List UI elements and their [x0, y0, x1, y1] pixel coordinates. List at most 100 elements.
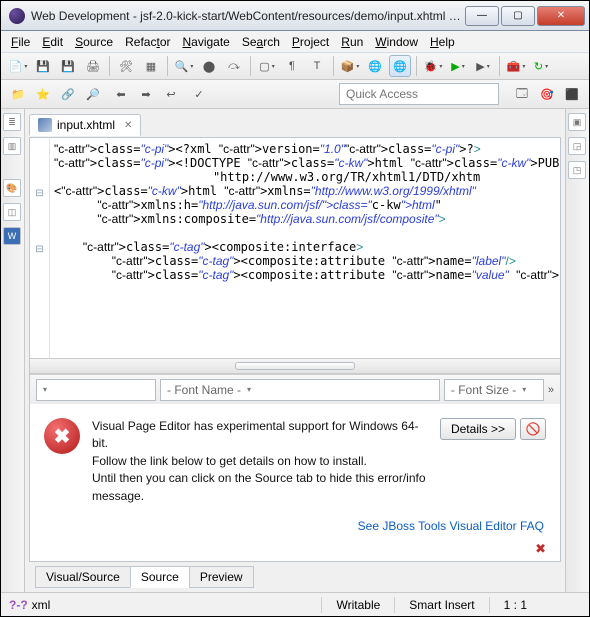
tasks-view-icon[interactable]: ◲: [568, 137, 586, 155]
toggle-breakpoint-button[interactable]: ⬤: [198, 55, 220, 77]
menu-source[interactable]: Source: [71, 33, 117, 51]
up-button[interactable]: ↩: [160, 83, 182, 105]
status-insert: Smart Insert: [409, 598, 474, 612]
new-wizard-button[interactable]: 📁: [7, 83, 29, 105]
editor-mode-tabs: Visual/Source Source Preview: [29, 562, 561, 588]
left-view-strip: ≣ ▥ 🎨 ◫ W: [1, 109, 25, 592]
separator: [167, 56, 168, 76]
font-name-selector[interactable]: - Font Name -: [160, 379, 440, 401]
file-icon: [38, 118, 52, 132]
navigator-view-icon[interactable]: ▥: [3, 137, 21, 155]
menu-help[interactable]: Help: [426, 33, 459, 51]
recent-button[interactable]: ⭐: [32, 83, 54, 105]
menu-run[interactable]: Run: [337, 33, 367, 51]
back-button[interactable]: ⬅: [110, 83, 132, 105]
new-server-button[interactable]: 📦: [339, 55, 361, 77]
editor-frame: ⊟⊟ "c-attr">class="c-pi"><?xml "c-attr">…: [29, 137, 561, 562]
show-whitespace-button[interactable]: ¶: [281, 55, 303, 77]
app-icon: [9, 8, 25, 24]
block-select-button[interactable]: ▢: [256, 55, 278, 77]
outline-view-icon[interactable]: ≣: [3, 113, 21, 131]
code-text[interactable]: "c-attr">class="c-pi"><?xml "c-attr">ver…: [50, 138, 560, 358]
perspective-jboss-button[interactable]: 🎯: [536, 83, 558, 105]
ext-tools-button[interactable]: 🧰: [505, 55, 527, 77]
debug-launch-button[interactable]: 🐞: [422, 55, 444, 77]
profile-button[interactable]: ↻: [530, 55, 552, 77]
problems-view-icon[interactable]: ◳: [568, 161, 586, 179]
faq-link[interactable]: See JBoss Tools Visual Editor FAQ: [30, 519, 560, 537]
servers-view-icon[interactable]: ▣: [568, 113, 586, 131]
palette-view-icon[interactable]: 🎨: [3, 179, 21, 197]
menu-search[interactable]: Search: [238, 33, 284, 51]
status-writable: Writable: [336, 598, 380, 612]
validate-button[interactable]: ✓: [188, 83, 210, 105]
maximize-button[interactable]: ▢: [501, 6, 535, 26]
separator: [250, 56, 251, 76]
style-selector[interactable]: [36, 379, 156, 401]
details-button[interactable]: Details >>: [440, 418, 516, 440]
visual-toolbar: - Font Name - - Font Size - »: [30, 374, 560, 404]
menu-navigate[interactable]: Navigate: [178, 33, 233, 51]
error-icon: ✖: [44, 418, 80, 454]
search-button[interactable]: 🔎: [82, 83, 104, 105]
save-button[interactable]: 💾: [32, 55, 54, 77]
properties-view-icon[interactable]: ◫: [3, 203, 21, 221]
quick-access-input[interactable]: [339, 83, 499, 105]
debug-button[interactable]: 🔍: [173, 55, 195, 77]
folding-ruler[interactable]: ⊟⊟: [30, 138, 50, 358]
minimize-button[interactable]: —: [465, 6, 499, 26]
save-all-button[interactable]: 💾: [57, 55, 79, 77]
status-context: ?-?xml: [9, 598, 50, 612]
tab-visual-source[interactable]: Visual/Source: [35, 566, 131, 588]
run-server-button[interactable]: ▶: [472, 55, 494, 77]
workbench-area: ≣ ▥ 🎨 ◫ W input.xhtml ✕ ⊟⊟ "c-attr">clas…: [1, 109, 589, 592]
secondary-toolbar: 📁 ⭐ 🔗 🔎 ⬅ ➡ ↩ ✓ 🗔 🎯 ⬛: [1, 80, 589, 109]
perspective-other-button[interactable]: ⬛: [561, 83, 583, 105]
status-position: 1 : 1: [504, 598, 527, 612]
close-tab-icon[interactable]: ✕: [124, 120, 132, 131]
window-title: Web Development - jsf-2.0-kick-start/Web…: [31, 9, 463, 23]
tab-preview[interactable]: Preview: [189, 566, 254, 588]
browser-button[interactable]: 🌐: [364, 55, 386, 77]
editor-area: input.xhtml ✕ ⊟⊟ "c-attr">class="c-pi"><…: [25, 109, 565, 592]
separator: [109, 56, 110, 76]
main-toolbar: 📄 💾 💾 🖨 🛠 ▦ 🔍 ⬤ ⤼ ▢ ¶ T 📦 🌐 🌐 🐞 ▶ ▶ 🧰 ↻: [1, 53, 589, 80]
menu-project[interactable]: Project: [288, 33, 333, 51]
web-view-icon[interactable]: W: [3, 227, 21, 245]
web-button[interactable]: 🌐: [389, 55, 411, 77]
editor-tab-input-xhtml[interactable]: input.xhtml ✕: [29, 114, 141, 136]
menu-window[interactable]: Window: [371, 33, 422, 51]
toolbar-overflow-icon[interactable]: »: [548, 384, 554, 396]
dismiss-info-button[interactable]: 🚫: [520, 418, 546, 440]
window-titlebar: Web Development - jsf-2.0-kick-start/Web…: [1, 1, 589, 31]
visual-editor-error-panel: ✖ Visual Page Editor has experimental su…: [30, 404, 560, 519]
run-launch-button[interactable]: ▶: [447, 55, 469, 77]
menu-edit[interactable]: Edit: [38, 33, 67, 51]
new-button[interactable]: 📄: [7, 55, 29, 77]
close-button[interactable]: ✕: [537, 6, 585, 26]
menu-bar: File Edit Source Refactor Navigate Searc…: [1, 31, 589, 53]
forward-button[interactable]: ➡: [135, 83, 157, 105]
separator: [499, 56, 500, 76]
menu-file[interactable]: File: [7, 33, 34, 51]
window-buttons: — ▢ ✕: [463, 6, 585, 26]
right-view-strip: ▣ ◲ ◳: [565, 109, 589, 592]
editor-tab-row: input.xhtml ✕: [29, 113, 561, 137]
editor-tab-label: input.xhtml: [57, 118, 115, 132]
print-button[interactable]: 🖨: [82, 55, 104, 77]
link-button[interactable]: 🔗: [57, 83, 79, 105]
build-button[interactable]: 🛠: [115, 55, 137, 77]
perspective-web-button[interactable]: 🗔: [511, 83, 533, 105]
error-message: Visual Page Editor has experimental supp…: [92, 418, 428, 505]
source-editor[interactable]: ⊟⊟ "c-attr">class="c-pi"><?xml "c-attr">…: [30, 138, 560, 358]
menu-refactor[interactable]: Refactor: [121, 33, 174, 51]
tag-palette-button[interactable]: ▦: [140, 55, 162, 77]
tab-source[interactable]: Source: [130, 566, 190, 588]
skip-button[interactable]: ⤼: [223, 55, 245, 77]
font-size-selector[interactable]: - Font Size -: [444, 379, 544, 401]
text-button[interactable]: T: [306, 55, 328, 77]
separator: [416, 56, 417, 76]
close-panel-icon[interactable]: ✖: [30, 537, 560, 561]
separator: [333, 56, 334, 76]
split-handle[interactable]: [30, 358, 560, 374]
